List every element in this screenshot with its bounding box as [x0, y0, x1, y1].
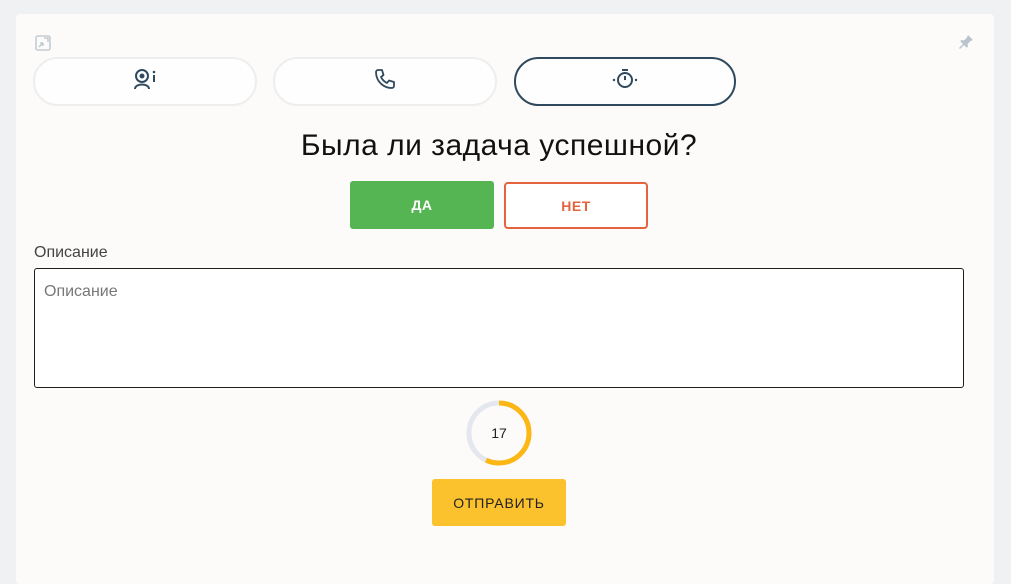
question-title: Была ли задача успешной?: [300, 129, 698, 162]
task-result-panel: Была ли задача успешной? ДА НЕТ Описание…: [16, 14, 994, 584]
tab-operator-info[interactable]: [33, 57, 257, 106]
tab-phone[interactable]: [273, 57, 497, 106]
minimize-icon[interactable]: [34, 34, 52, 52]
description-label: Описание: [34, 244, 108, 261]
phone-icon: [373, 67, 397, 96]
yes-button[interactable]: ДА: [350, 181, 494, 229]
submit-button[interactable]: ОТПРАВИТЬ: [432, 479, 566, 526]
pin-icon[interactable]: [957, 33, 975, 51]
timer-value: 17: [491, 425, 507, 441]
operator-info-icon: [132, 67, 158, 96]
description-field[interactable]: [34, 268, 964, 388]
tab-timer[interactable]: [514, 57, 736, 106]
countdown-timer: 17: [465, 399, 533, 467]
no-button[interactable]: НЕТ: [504, 182, 648, 229]
stopwatch-icon: [612, 67, 638, 96]
